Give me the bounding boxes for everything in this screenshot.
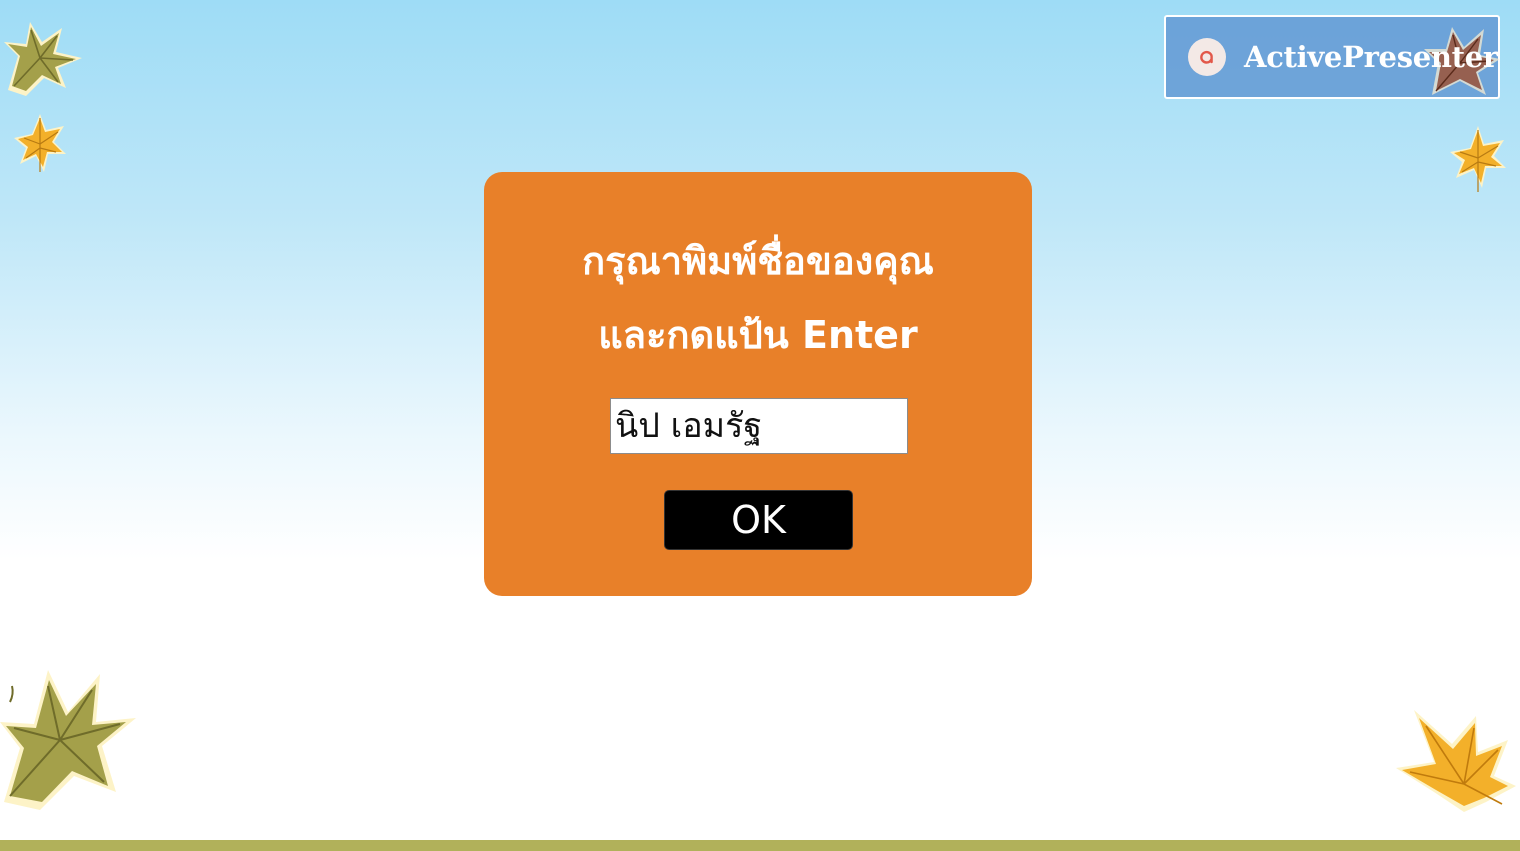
maple-leaf-icon	[4, 22, 82, 96]
activepresenter-watermark: ActivePresenter	[1164, 15, 1500, 99]
name-input[interactable]: นิป เอมรัฐ	[610, 398, 908, 454]
maple-leaf-icon	[1450, 126, 1506, 192]
ok-button[interactable]: OK	[664, 490, 853, 550]
maple-leaf-icon	[14, 114, 66, 172]
bottom-bar	[0, 840, 1520, 851]
prompt-line-1: กรุณาพิมพ์ชื่อของคุณ	[582, 239, 934, 283]
prompt-line-2: และกดแป้น Enter	[598, 313, 918, 357]
dialog-prompt: กรุณาพิมพ์ชื่อของคุณ และกดแป้น Enter	[484, 224, 1032, 372]
maple-leaf-icon	[0, 670, 136, 810]
maple-leaf-icon	[1396, 710, 1516, 812]
brand-name: ActivePresenter	[1244, 40, 1498, 74]
activepresenter-logo-icon	[1188, 38, 1226, 76]
name-entry-dialog: กรุณาพิมพ์ชื่อของคุณ และกดแป้น Enter นิป…	[484, 172, 1032, 596]
